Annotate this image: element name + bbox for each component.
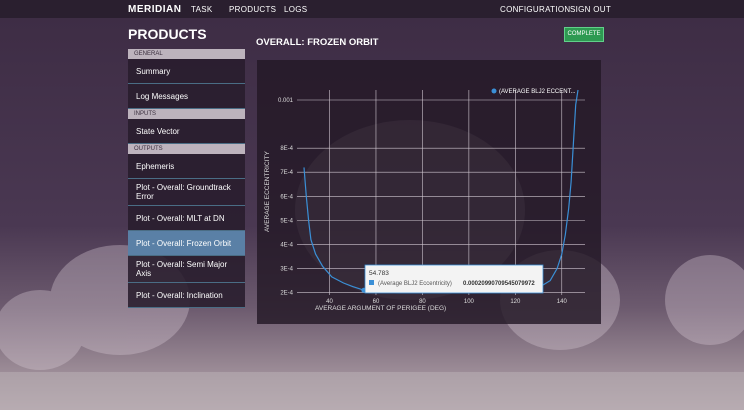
x-axis-label: AVERAGE ARGUMENT OF PERIGEE (DEG) — [315, 305, 446, 312]
sidebar-item-groundtrack-error[interactable]: Plot - Overall: Groundtrack Error — [128, 179, 245, 206]
sidebar-item-log-messages[interactable]: Log Messages — [128, 84, 245, 109]
nav-sign-out[interactable]: SIGN OUT — [570, 5, 611, 14]
complete-button[interactable]: COMPLETE — [564, 27, 604, 42]
y-axis-label: AVERAGE ECCENTRICITY — [264, 151, 271, 232]
legend-marker — [491, 88, 497, 94]
chart-title: OVERALL: FROZEN ORBIT — [256, 37, 379, 48]
brand-logo[interactable]: MERIDIAN — [128, 4, 181, 15]
top-navbar: MERIDIAN TASK PRODUCTS LOGS CONFIGURATIO… — [0, 0, 744, 18]
sidebar-item-ephemeris[interactable]: Ephemeris — [128, 154, 245, 179]
series-line-avg-blj2-eccentricity — [303, 89, 579, 294]
tooltip-series-label: (Average BLJ2 Eccentricity) — [378, 281, 452, 287]
sidebar-item-semi-major-axis[interactable]: Plot - Overall: Semi Major Axis — [128, 256, 245, 283]
sidebar-item-inclination[interactable]: Plot - Overall: Inclination — [128, 283, 245, 308]
page-title: PRODUCTS — [128, 26, 207, 42]
nav-task[interactable]: TASK — [191, 5, 213, 14]
y-tick-label: 7E-4 — [280, 170, 293, 176]
y-tick-label: 2E-4 — [280, 291, 293, 297]
chart-panel: 2E-4 3E-4 4E-4 5E-4 6E-4 7E-4 8E-4 0.001 40 60 80… — [257, 60, 601, 324]
tooltip-x-value: 54.783 — [369, 270, 389, 277]
sidebar-section-inputs: INPUTS — [128, 109, 245, 119]
legend-label: (AVERAGE BLJ2 ECCENT... — [499, 89, 576, 95]
sidebar-section-general: GENERAL — [128, 49, 245, 59]
chart-tooltip: 54.783 (Average BLJ2 Eccentricity) 0.000… — [364, 264, 544, 294]
y-tick-label: 3E-4 — [280, 267, 293, 273]
sidebar-item-frozen-orbit[interactable]: Plot - Overall: Frozen Orbit — [128, 231, 245, 256]
chart-legend[interactable]: (AVERAGE BLJ2 ECCENT... — [491, 88, 576, 96]
nav-logs[interactable]: LOGS — [284, 5, 307, 14]
sidebar: GENERAL Summary Log Messages INPUTS Stat… — [128, 49, 245, 308]
sidebar-section-outputs: OUTPUTS — [128, 144, 245, 154]
y-tick-label: 0.001 — [278, 98, 294, 104]
x-tick-label: 100 — [464, 299, 475, 305]
y-tick-label: 5E-4 — [280, 218, 293, 224]
sidebar-item-mlt-at-dn[interactable]: Plot - Overall: MLT at DN — [128, 206, 245, 231]
tooltip-series-swatch — [369, 280, 374, 285]
y-tick-label: 4E-4 — [280, 242, 293, 248]
frozen-orbit-chart[interactable]: 2E-43E-44E-45E-46E-47E-48E-40.001 40 60 80… — [257, 60, 601, 324]
x-tick-label: 140 — [557, 299, 568, 305]
x-tick-label: 120 — [510, 299, 521, 305]
tooltip-y-value: 0.00020990709545079972 — [463, 281, 535, 287]
nav-configuration[interactable]: CONFIGURATION — [500, 5, 570, 14]
nav-products[interactable]: PRODUCTS — [229, 5, 276, 14]
sidebar-item-summary[interactable]: Summary — [128, 59, 245, 84]
tooltip-box — [364, 264, 544, 294]
y-tick-label: 6E-4 — [280, 194, 293, 200]
y-tick-label: 8E-4 — [280, 146, 293, 152]
chart-grid — [297, 90, 585, 295]
sidebar-item-state-vector[interactable]: State Vector — [128, 119, 245, 144]
